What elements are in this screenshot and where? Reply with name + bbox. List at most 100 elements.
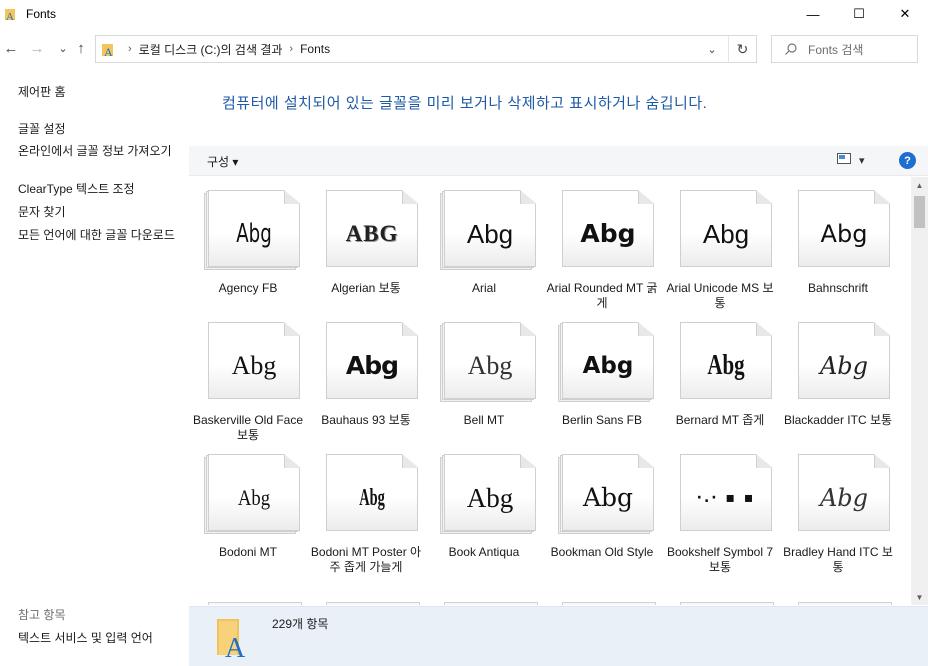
font-tile[interactable]: Abg Bookman Old Style [543,441,661,571]
font-name: Bookman Old Style [550,545,654,559]
font-sample: Abg [819,484,869,512]
font-tile[interactable]: Abg Bodoni MT Poster 아주 좁게 가늘게 [307,441,425,574]
font-name: Arial [471,281,496,295]
breadcrumb-fonts[interactable]: Fonts [300,42,330,56]
fonts-folder-icon: A [215,617,251,664]
see-also-heading: 참고 항목 [18,608,66,622]
font-file-icon: Abg [562,190,656,268]
font-tile[interactable]: Abg Bahnschrift [779,177,897,307]
font-file-icon: Abg [680,190,774,268]
font-tile[interactable]: Abg Blackadder ITC 보통 [779,309,897,439]
get-font-info-online-link[interactable]: 온라인에서 글꼴 정보 가져오기 [18,144,183,158]
font-tile[interactable]: Abg Bodoni MT [189,441,307,571]
font-name: Bradley Hand ITC 보통 [783,545,893,574]
font-sample: Abg [582,353,634,379]
back-button[interactable]: ← [0,37,22,59]
font-tile[interactable]: Abg Berlin Sans FB [543,309,661,439]
font-file-icon: Abg [204,454,302,534]
breadcrumb-search-results[interactable]: 로컬 디스크 (C:)의 검색 결과 [139,41,283,58]
font-sample: Abg [231,351,277,380]
svg-text:A: A [225,633,246,659]
font-tile[interactable]: Abg Bauhaus 93 보통 [307,309,425,439]
scroll-down-arrow[interactable]: ▼ [911,589,928,605]
font-name: Baskerville Old Face 보통 [192,413,304,442]
font-tile[interactable]: Abg Baskerville Old Face 보통 [189,309,307,442]
font-tile[interactable]: Abg Agency FB [189,177,307,307]
address-dropdown-button[interactable]: ⌄ [702,36,722,62]
font-sample: Abg [345,351,399,380]
font-tile[interactable]: Abg Arial [425,177,543,307]
breadcrumb-separator: › [289,43,294,55]
font-name: Arial Rounded MT 굵게 [546,281,658,310]
font-tile-partial[interactable] [798,602,892,605]
font-name: Bookshelf Symbol 7 보통 [666,545,774,574]
view-icon [837,153,851,167]
font-tile-partial[interactable] [208,602,302,605]
font-file-icon: Abg [208,322,302,400]
font-file-icon: ·.· ▪ ▪ [680,454,774,532]
font-name: Arial Unicode MS 보통 [666,281,774,310]
chevron-down-icon: ▾ [859,154,865,167]
font-file-icon: ABG [326,190,420,268]
svg-text:A: A [104,45,113,57]
text-services-link[interactable]: 텍스트 서비스 및 입력 언어 [18,631,183,645]
font-sample: Abg [820,220,868,248]
up-button[interactable]: ↑ [70,37,92,59]
vertical-scrollbar[interactable]: ▲ ▼ [911,177,928,605]
help-button[interactable]: ? [899,152,916,169]
adjust-cleartype-link[interactable]: ClearType 텍스트 조정 [18,182,183,196]
search-placeholder: Fonts 검색 [808,42,864,57]
control-panel-home-link[interactable]: 제어판 홈 [18,85,183,99]
font-sample: Abg [702,219,750,249]
font-file-icon: Abg [440,322,538,402]
search-icon [784,42,798,56]
scroll-thumb[interactable] [914,196,925,228]
font-tile-partial[interactable] [444,602,538,605]
font-file-icon: Abg [798,322,892,400]
font-sample: ·.· ▪ ▪ [696,490,756,506]
font-tile[interactable]: Abg Book Antiqua [425,441,543,571]
font-tile[interactable]: ·.· ▪ ▪ Bookshelf Symbol 7 보통 [661,441,779,574]
font-name: Bahnschrift [807,281,869,295]
svg-text:A: A [6,11,14,21]
window-title: Fonts [26,7,57,21]
scroll-up-arrow[interactable]: ▲ [911,177,928,193]
font-sample: Abg [466,483,514,513]
change-view-button[interactable]: ▾ [837,153,865,167]
forward-button[interactable]: → [26,37,48,59]
font-tile[interactable]: Abg Bernard MT 좁게 [661,309,779,439]
font-name: Agency FB [218,281,278,295]
download-fonts-all-languages-link[interactable]: 모든 언어에 대한 글꼴 다운로드 [18,228,183,242]
command-bar: 구성 ▾ ▾ ? [189,146,928,176]
font-tile-partial[interactable] [680,602,774,605]
maximize-button[interactable]: ☐ [836,0,882,28]
organize-button[interactable]: 구성 ▾ [207,153,238,170]
font-tile[interactable]: Abg Arial Unicode MS 보통 [661,177,779,310]
font-name: Bernard MT 좁게 [675,413,765,427]
font-sample: Abg [359,485,385,511]
font-tile[interactable]: Abg Bradley Hand ITC 보통 [779,441,897,574]
font-name: Blackadder ITC 보통 [783,413,893,427]
font-tile[interactable]: ABG Algerian 보통 [307,177,425,307]
minimize-button[interactable]: — [790,0,836,28]
address-bar[interactable]: A › 로컬 디스크 (C:)의 검색 결과 › Fonts ⌄ ↻ [95,35,757,63]
font-tile[interactable]: Abg Bell MT [425,309,543,439]
font-sample: Abg [467,351,513,380]
font-sample: ABG [345,221,399,246]
font-tile-partial[interactable] [326,602,420,605]
font-tile[interactable]: Abg Arial Rounded MT 굵게 [543,177,661,310]
font-name: Bell MT [463,413,505,427]
close-button[interactable]: ✕ [882,0,928,28]
font-tile-partial[interactable] [562,602,656,605]
refresh-button[interactable]: ↻ [728,36,756,62]
breadcrumb-separator: › [128,43,132,55]
font-file-icon: Abg [798,190,892,268]
left-pane: 제어판 홈 글꼴 설정 온라인에서 글꼴 정보 가져오기 ClearType 텍… [0,66,189,666]
find-character-link[interactable]: 문자 찾기 [18,205,183,219]
font-name: Berlin Sans FB [561,413,643,427]
search-input[interactable]: Fonts 검색 [771,35,918,63]
font-file-icon: Abg [558,454,656,534]
font-name: Algerian 보통 [331,281,401,295]
font-sample: Abg [580,219,636,248]
font-settings-link[interactable]: 글꼴 설정 [18,122,183,136]
